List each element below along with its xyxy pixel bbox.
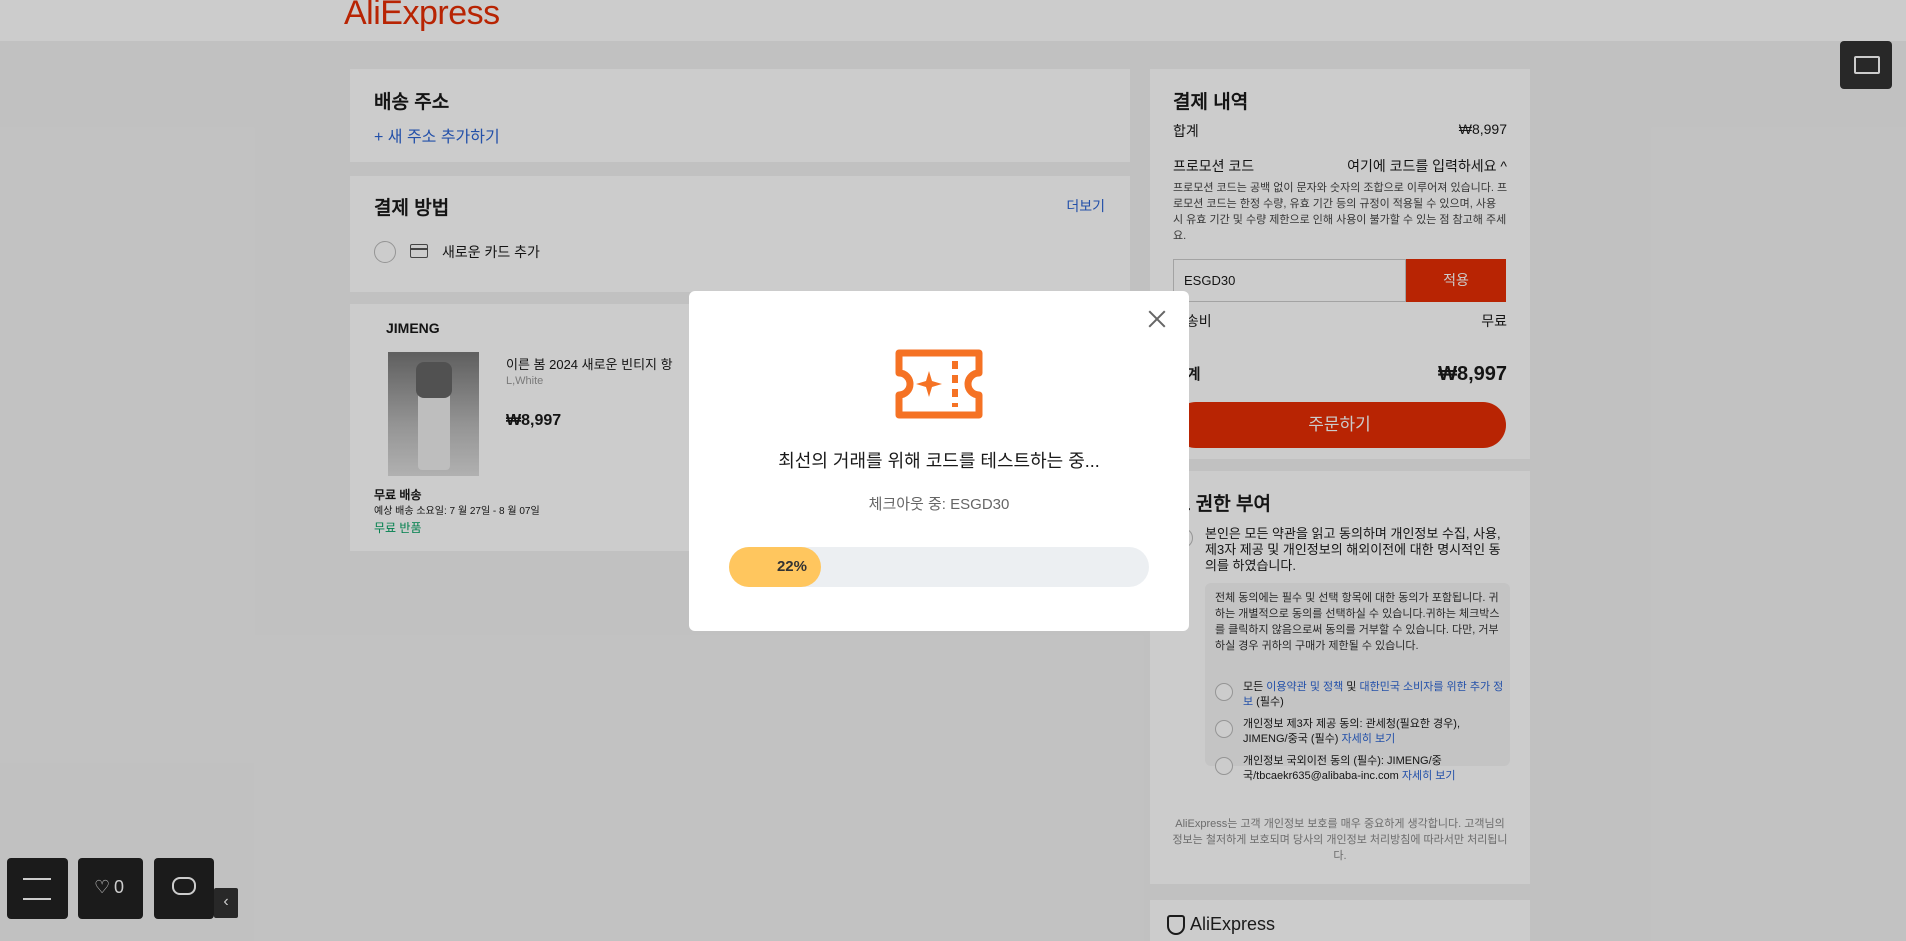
progress-label: 22%: [776, 558, 807, 575]
coupon-test-modal: 최선의 거래를 위해 코드를 테스트하는 중... 체크아웃 중: ESGD30…: [689, 291, 1189, 631]
modal-subtitle: 체크아웃 중: ESGD30: [868, 496, 1010, 513]
coupon-ticket-icon: [895, 349, 983, 419]
modal-title: 최선의 거래를 위해 코드를 테스트하는 중...: [778, 451, 1100, 471]
progress-track: 22%: [729, 547, 1149, 587]
close-icon[interactable]: [1144, 306, 1170, 332]
